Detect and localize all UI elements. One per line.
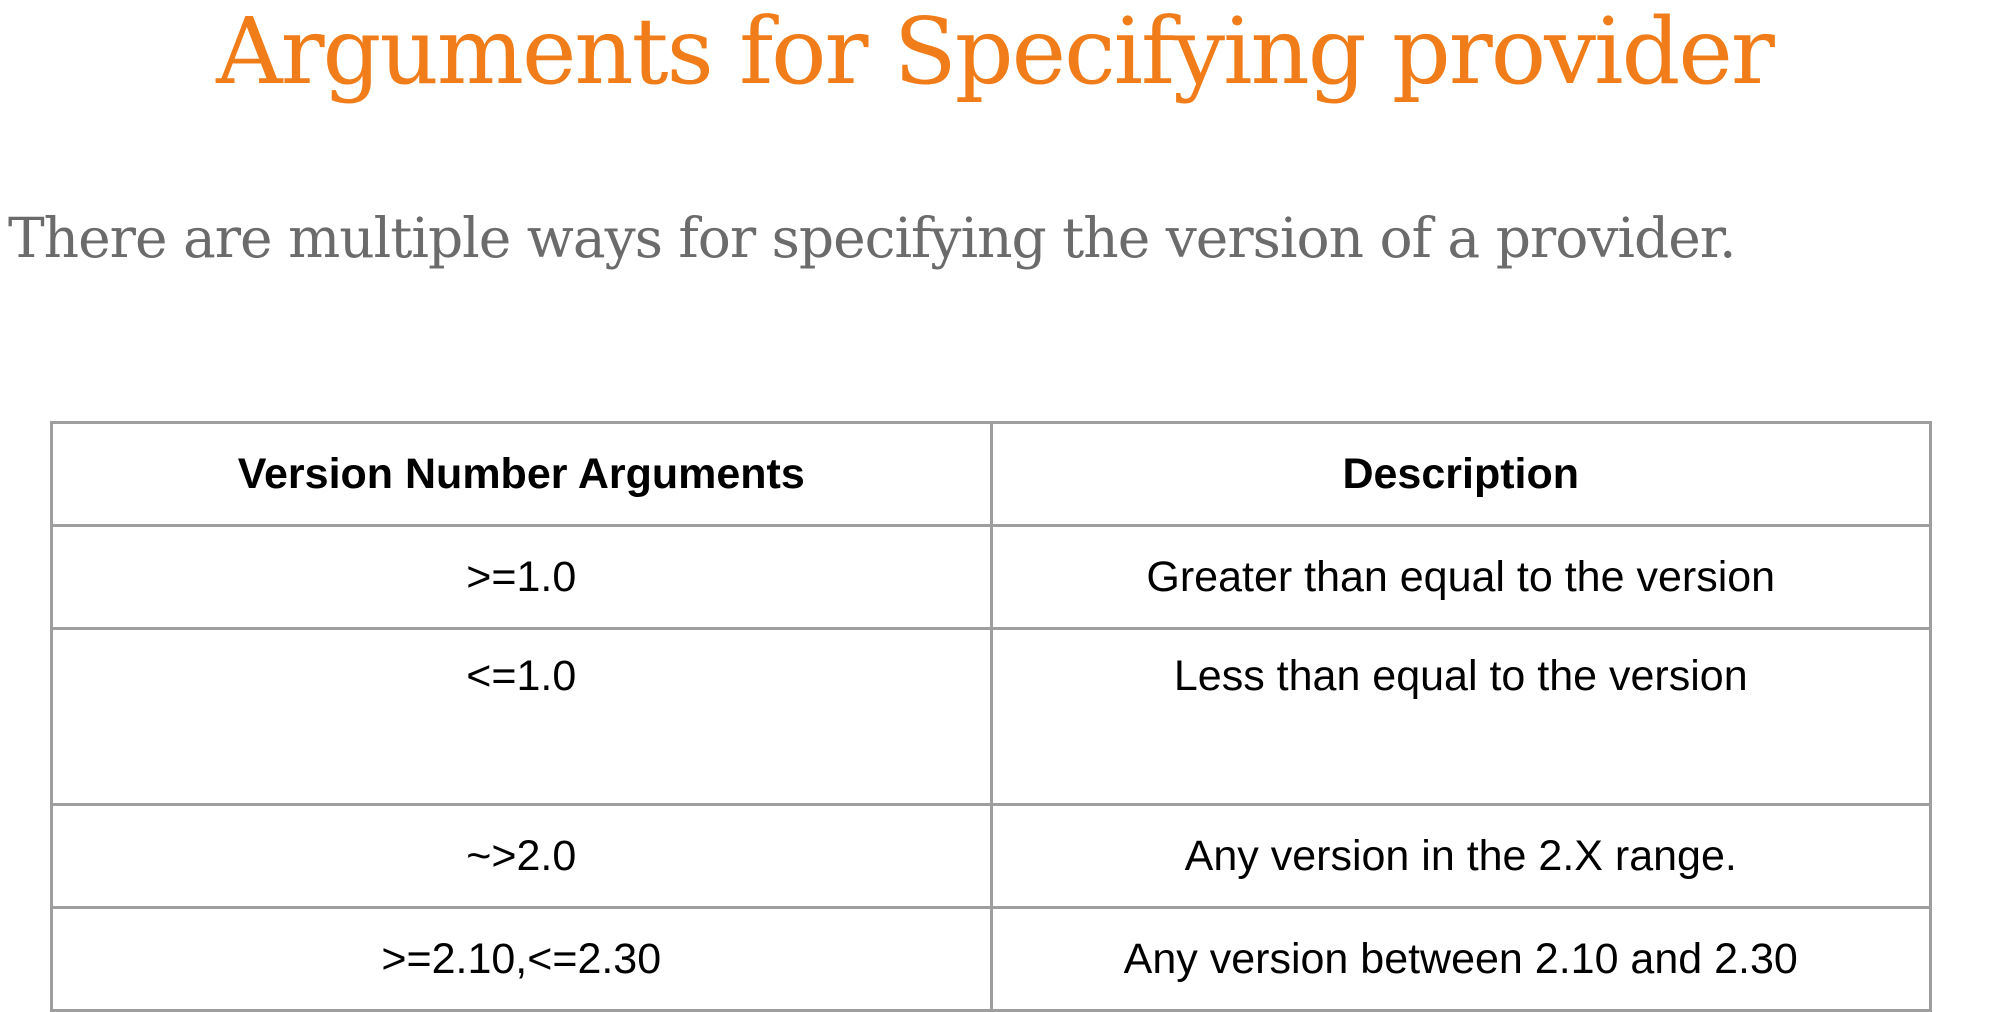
header-version-number-arguments: Version Number Arguments (50, 421, 993, 527)
table-row: >=2.10,<=2.30 Any version between 2.10 a… (50, 906, 1932, 1012)
table-row: <=1.0 Less than equal to the version (50, 627, 1932, 806)
version-arguments-table: Version Number Arguments Description >=1… (50, 421, 1932, 1012)
table-row: >=1.0 Greater than equal to the version (50, 524, 1932, 630)
description-cell: Greater than equal to the version (989, 524, 1932, 630)
description-cell: Any version in the 2.X range. (989, 803, 1932, 909)
description-cell: Any version between 2.10 and 2.30 (989, 906, 1932, 1012)
argument-cell: >=1.0 (50, 524, 993, 630)
intro-text: There are multiple ways for specifying t… (8, 206, 1736, 270)
argument-cell: >=2.10,<=2.30 (50, 906, 993, 1012)
argument-cell: <=1.0 (50, 627, 993, 806)
header-description: Description (989, 421, 1932, 527)
slide-title: Arguments for Specifying provider (216, 0, 1775, 105)
table-row: ~>2.0 Any version in the 2.X range. (50, 803, 1932, 909)
argument-cell: ~>2.0 (50, 803, 993, 909)
description-cell: Less than equal to the version (989, 627, 1932, 806)
table-header-row: Version Number Arguments Description (50, 421, 1932, 527)
